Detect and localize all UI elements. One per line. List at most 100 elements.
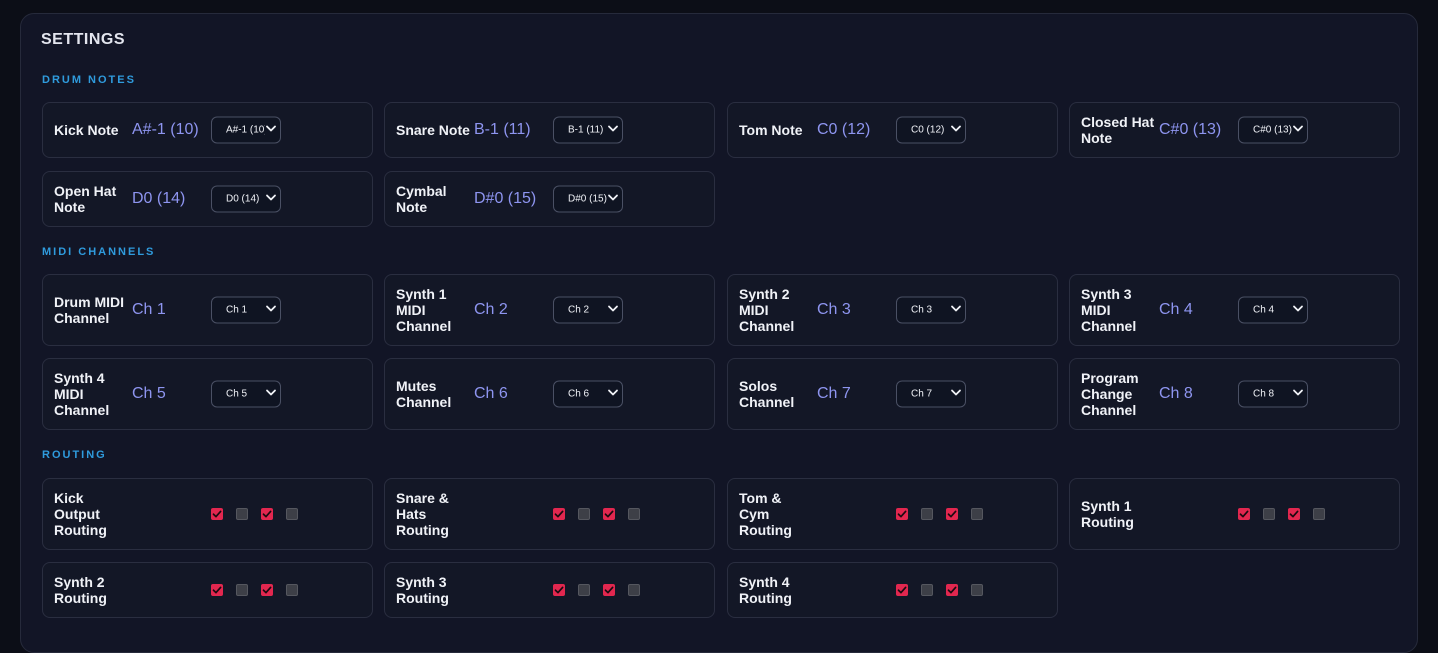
routing-card-tom-cym-routing: Tom & Cym Routing bbox=[727, 478, 1058, 550]
select-value: Ch 3 bbox=[911, 304, 933, 316]
setting-value: D0 (14) bbox=[132, 190, 186, 207]
routing-checkbox-1[interactable] bbox=[1238, 508, 1250, 520]
chevron-down-icon bbox=[950, 387, 965, 402]
chevron-down-icon bbox=[265, 303, 280, 318]
routing-label: Synth 3 Routing bbox=[396, 574, 449, 606]
page-title: SETTINGS bbox=[41, 31, 126, 48]
setting-card-program-change-channel: Program Change Channel Ch 8 Ch 8 bbox=[1069, 358, 1400, 430]
synth-1-midi-channel-select[interactable]: Ch 2 bbox=[553, 296, 623, 324]
setting-value: Ch 1 bbox=[132, 301, 166, 318]
cymbal-note-select[interactable]: D#0 (15) bbox=[553, 185, 623, 213]
setting-label: Snare Note bbox=[396, 122, 470, 138]
setting-label: Cymbal Note bbox=[396, 183, 447, 215]
routing-checkbox-3[interactable] bbox=[1288, 508, 1300, 520]
routing-checkbox-4[interactable] bbox=[628, 584, 640, 596]
mutes-channel-select[interactable]: Ch 6 bbox=[553, 380, 623, 408]
setting-value: Ch 3 bbox=[817, 301, 851, 318]
routing-checkbox-3[interactable] bbox=[946, 584, 958, 596]
setting-label: Solos Channel bbox=[739, 378, 795, 410]
chevron-down-icon bbox=[265, 387, 280, 402]
setting-label: Tom Note bbox=[739, 122, 803, 138]
routing-checkbox-3[interactable] bbox=[261, 508, 273, 520]
setting-label: Kick Note bbox=[54, 122, 119, 138]
routing-checkbox-4[interactable] bbox=[628, 508, 640, 520]
routing-label: Synth 4 Routing bbox=[739, 574, 792, 606]
section-heading-midi-channels: MIDI CHANNELS bbox=[42, 246, 156, 258]
routing-checkbox-3[interactable] bbox=[603, 508, 615, 520]
routing-card-synth-4-routing: Synth 4 Routing bbox=[727, 562, 1058, 618]
routing-checkbox-4[interactable] bbox=[286, 584, 298, 596]
routing-card-snare-hats-routing: Snare & Hats Routing bbox=[384, 478, 715, 550]
select-value: D#0 (15) bbox=[568, 193, 607, 205]
setting-card-tom-note: Tom Note C0 (12) C0 (12) bbox=[727, 102, 1058, 158]
setting-value: Ch 4 bbox=[1159, 301, 1193, 318]
routing-checkbox-1[interactable] bbox=[211, 508, 223, 520]
chevron-down-icon bbox=[950, 303, 965, 318]
setting-value: C#0 (13) bbox=[1159, 121, 1222, 138]
settings-panel: SETTINGS DRUM NOTES Kick Note A#-1 (10) A#… bbox=[20, 13, 1418, 653]
program-change-channel-select[interactable]: Ch 8 bbox=[1238, 380, 1308, 408]
select-value: Ch 4 bbox=[1253, 304, 1275, 316]
section-heading-drum-notes: DRUM NOTES bbox=[42, 74, 136, 86]
snare-note-select[interactable]: B-1 (11) bbox=[553, 116, 623, 144]
routing-checkbox-3[interactable] bbox=[946, 508, 958, 520]
routing-label: Synth 1 Routing bbox=[1081, 498, 1134, 530]
setting-card-drum-midi-channel: Drum MIDI Channel Ch 1 Ch 1 bbox=[42, 274, 373, 346]
routing-checkbox-group bbox=[211, 508, 311, 520]
routing-checkbox-2[interactable] bbox=[236, 508, 248, 520]
setting-label: Synth 1 MIDI Channel bbox=[396, 286, 452, 334]
routing-checkbox-3[interactable] bbox=[261, 584, 273, 596]
routing-checkbox-3[interactable] bbox=[603, 584, 615, 596]
routing-checkbox-4[interactable] bbox=[971, 508, 983, 520]
chevron-down-icon bbox=[607, 303, 622, 318]
routing-checkbox-4[interactable] bbox=[971, 584, 983, 596]
routing-checkbox-2[interactable] bbox=[921, 508, 933, 520]
setting-value: Ch 2 bbox=[474, 301, 508, 318]
open-hat-note-select[interactable]: D0 (14) bbox=[211, 185, 281, 213]
synth-3-midi-channel-select[interactable]: Ch 4 bbox=[1238, 296, 1308, 324]
routing-checkbox-4[interactable] bbox=[286, 508, 298, 520]
chevron-down-icon bbox=[607, 192, 622, 207]
select-value: Ch 8 bbox=[1253, 388, 1275, 400]
routing-checkbox-group bbox=[553, 508, 653, 520]
kick-note-select[interactable]: A#-1 (10) bbox=[211, 116, 281, 144]
setting-card-synth-1-midi-channel: Synth 1 MIDI Channel Ch 2 Ch 2 bbox=[384, 274, 715, 346]
routing-checkbox-1[interactable] bbox=[211, 584, 223, 596]
select-value: C0 (12) bbox=[911, 124, 945, 136]
routing-label: Synth 2 Routing bbox=[54, 574, 107, 606]
drum-midi-channel-select[interactable]: Ch 1 bbox=[211, 296, 281, 324]
setting-label: Closed Hat Note bbox=[1081, 114, 1155, 146]
routing-checkbox-1[interactable] bbox=[553, 508, 565, 520]
setting-card-snare-note: Snare Note B-1 (11) B-1 (11) bbox=[384, 102, 715, 158]
setting-label: Program Change Channel bbox=[1081, 370, 1139, 418]
synth-4-midi-channel-select[interactable]: Ch 5 bbox=[211, 380, 281, 408]
routing-checkbox-4[interactable] bbox=[1313, 508, 1325, 520]
routing-card-synth-2-routing: Synth 2 Routing bbox=[42, 562, 373, 618]
routing-checkbox-2[interactable] bbox=[236, 584, 248, 596]
routing-checkbox-1[interactable] bbox=[896, 584, 908, 596]
setting-card-open-hat-note: Open Hat Note D0 (14) D0 (14) bbox=[42, 171, 373, 227]
select-value: Ch 5 bbox=[226, 388, 248, 400]
routing-checkbox-1[interactable] bbox=[553, 584, 565, 596]
routing-card-synth-1-routing: Synth 1 Routing bbox=[1069, 478, 1400, 550]
routing-checkbox-group bbox=[1238, 508, 1338, 520]
routing-checkbox-1[interactable] bbox=[896, 508, 908, 520]
routing-checkbox-group bbox=[211, 584, 311, 596]
synth-2-midi-channel-select[interactable]: Ch 3 bbox=[896, 296, 966, 324]
setting-card-solos-channel: Solos Channel Ch 7 Ch 7 bbox=[727, 358, 1058, 430]
routing-checkbox-2[interactable] bbox=[578, 584, 590, 596]
solos-channel-select[interactable]: Ch 7 bbox=[896, 380, 966, 408]
select-value: B-1 (11) bbox=[568, 124, 604, 136]
routing-label: Kick Output Routing bbox=[54, 490, 107, 538]
tom-note-select[interactable]: C0 (12) bbox=[896, 116, 966, 144]
routing-checkbox-2[interactable] bbox=[1263, 508, 1275, 520]
setting-card-cymbal-note: Cymbal Note D#0 (15) D#0 (15) bbox=[384, 171, 715, 227]
setting-value: Ch 7 bbox=[817, 385, 851, 402]
routing-checkbox-2[interactable] bbox=[578, 508, 590, 520]
closed-hat-note-select[interactable]: C#0 (13) bbox=[1238, 116, 1308, 144]
setting-value: C0 (12) bbox=[817, 121, 871, 138]
select-value: Ch 1 bbox=[226, 304, 248, 316]
routing-checkbox-2[interactable] bbox=[921, 584, 933, 596]
setting-value: B-1 (11) bbox=[474, 121, 531, 138]
select-value: A#-1 (10) bbox=[226, 124, 265, 136]
